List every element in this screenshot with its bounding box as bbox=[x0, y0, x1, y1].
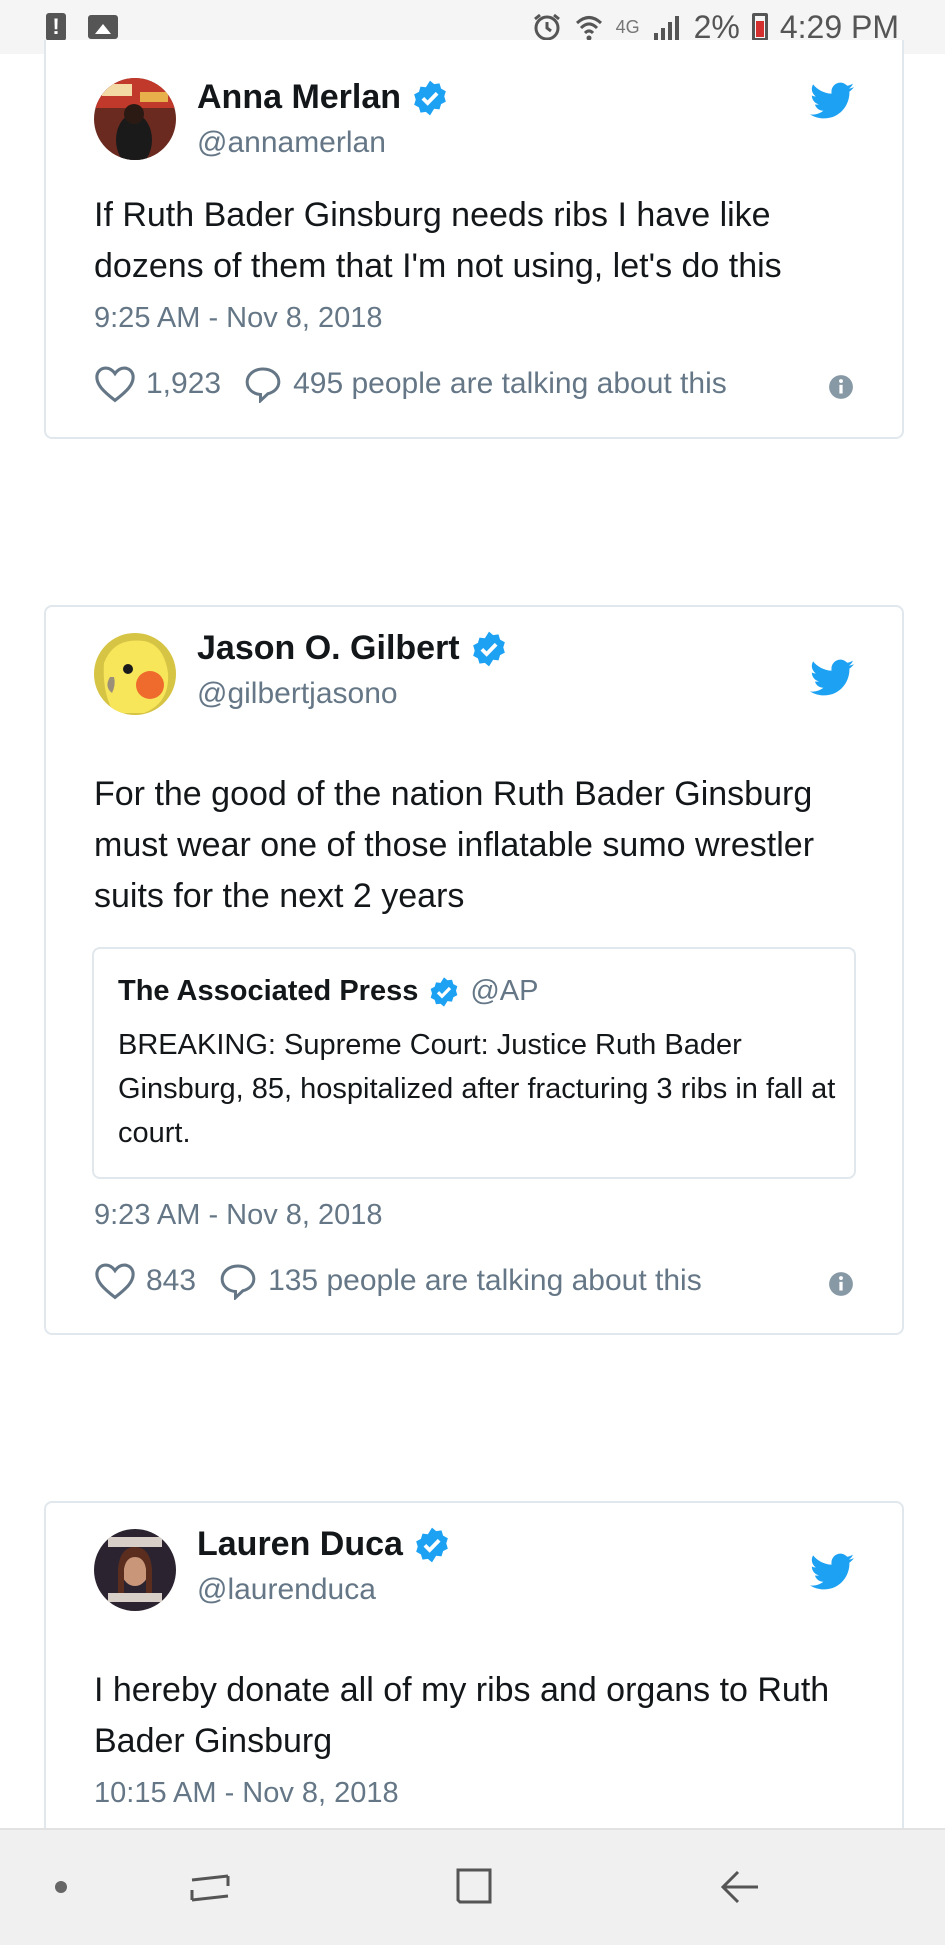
system-nav-bar bbox=[0, 1828, 945, 1945]
alert-notification-icon: ! bbox=[46, 13, 66, 41]
twitter-bird-icon[interactable] bbox=[810, 659, 854, 697]
battery-icon bbox=[751, 13, 768, 41]
reply-icon[interactable] bbox=[243, 365, 283, 403]
tweet-card[interactable]: Lauren Duca @laurenduca I hereby donate … bbox=[44, 1501, 904, 1841]
quoted-author-name: The Associated Press bbox=[118, 975, 419, 1007]
avatar[interactable] bbox=[94, 633, 176, 715]
avatar[interactable] bbox=[94, 1529, 176, 1611]
verified-badge-icon bbox=[416, 1527, 448, 1562]
back-icon[interactable] bbox=[718, 1866, 762, 1908]
alarm-icon bbox=[533, 13, 560, 41]
image-notification-icon bbox=[88, 15, 118, 39]
info-icon[interactable] bbox=[828, 1271, 854, 1297]
tweet-text: If Ruth Bader Ginsburg needs ribs I have… bbox=[94, 196, 782, 285]
author-handle[interactable]: @laurenduca bbox=[197, 1573, 376, 1607]
quoted-tweet-text: BREAKING: Supreme Court: Justice Ruth Ba… bbox=[118, 1029, 836, 1149]
like-count: 1,923 bbox=[146, 367, 222, 400]
verified-badge-icon bbox=[431, 976, 458, 1007]
author-handle[interactable]: @annamerlan bbox=[197, 126, 386, 160]
heart-icon[interactable] bbox=[94, 1262, 136, 1300]
reply-icon[interactable] bbox=[218, 1262, 258, 1300]
tweet-actions: 843 135 people are talking about this bbox=[94, 1262, 724, 1300]
like-count: 843 bbox=[146, 1264, 197, 1297]
talking-count[interactable]: 495 people are talking about this bbox=[293, 367, 727, 401]
author-name[interactable]: Jason O. Gilbert bbox=[197, 629, 460, 668]
quoted-tweet[interactable]: The Associated Press @AP BREAKING: Supre… bbox=[92, 947, 856, 1179]
tweet-card[interactable]: Anna Merlan @annamerlan If Ruth Bader Gi… bbox=[44, 40, 904, 439]
tweet-actions: 1,923 495 people are talking about this bbox=[94, 365, 749, 403]
twitter-bird-icon[interactable] bbox=[810, 1553, 854, 1591]
author-handle[interactable]: @gilbertjasono bbox=[197, 677, 398, 711]
twitter-bird-icon[interactable] bbox=[810, 82, 854, 120]
tweet-timestamp[interactable]: 10:15 AM - Nov 8, 2018 bbox=[94, 1777, 399, 1810]
recent-apps-icon[interactable] bbox=[188, 1868, 232, 1908]
heart-icon[interactable] bbox=[94, 365, 136, 403]
author-name[interactable]: Anna Merlan bbox=[197, 78, 401, 117]
talking-count[interactable]: 135 people are talking about this bbox=[268, 1264, 702, 1298]
network-type: 4G bbox=[615, 16, 640, 37]
signal-icon bbox=[653, 16, 679, 41]
tweet-text: For the good of the nation Ruth Bader Gi… bbox=[94, 775, 815, 915]
tweet-card[interactable]: Jason O. Gilbert @gilbertjasono For the … bbox=[44, 605, 904, 1335]
home-icon[interactable] bbox=[454, 1866, 494, 1906]
tweet-timestamp[interactable]: 9:25 AM - Nov 8, 2018 bbox=[94, 302, 383, 335]
author-name[interactable]: Lauren Duca bbox=[197, 1525, 403, 1564]
avatar[interactable] bbox=[94, 78, 176, 160]
quoted-author-handle: @AP bbox=[470, 975, 539, 1007]
wifi-icon bbox=[575, 16, 602, 41]
info-icon[interactable] bbox=[828, 374, 854, 400]
tweet-text: I hereby donate all of my ribs and organ… bbox=[94, 1671, 830, 1760]
verified-badge-icon bbox=[472, 631, 505, 666]
nav-indicator-dot bbox=[55, 1881, 67, 1893]
verified-badge-icon bbox=[414, 80, 446, 115]
tweet-timestamp[interactable]: 9:23 AM - Nov 8, 2018 bbox=[94, 1199, 383, 1232]
